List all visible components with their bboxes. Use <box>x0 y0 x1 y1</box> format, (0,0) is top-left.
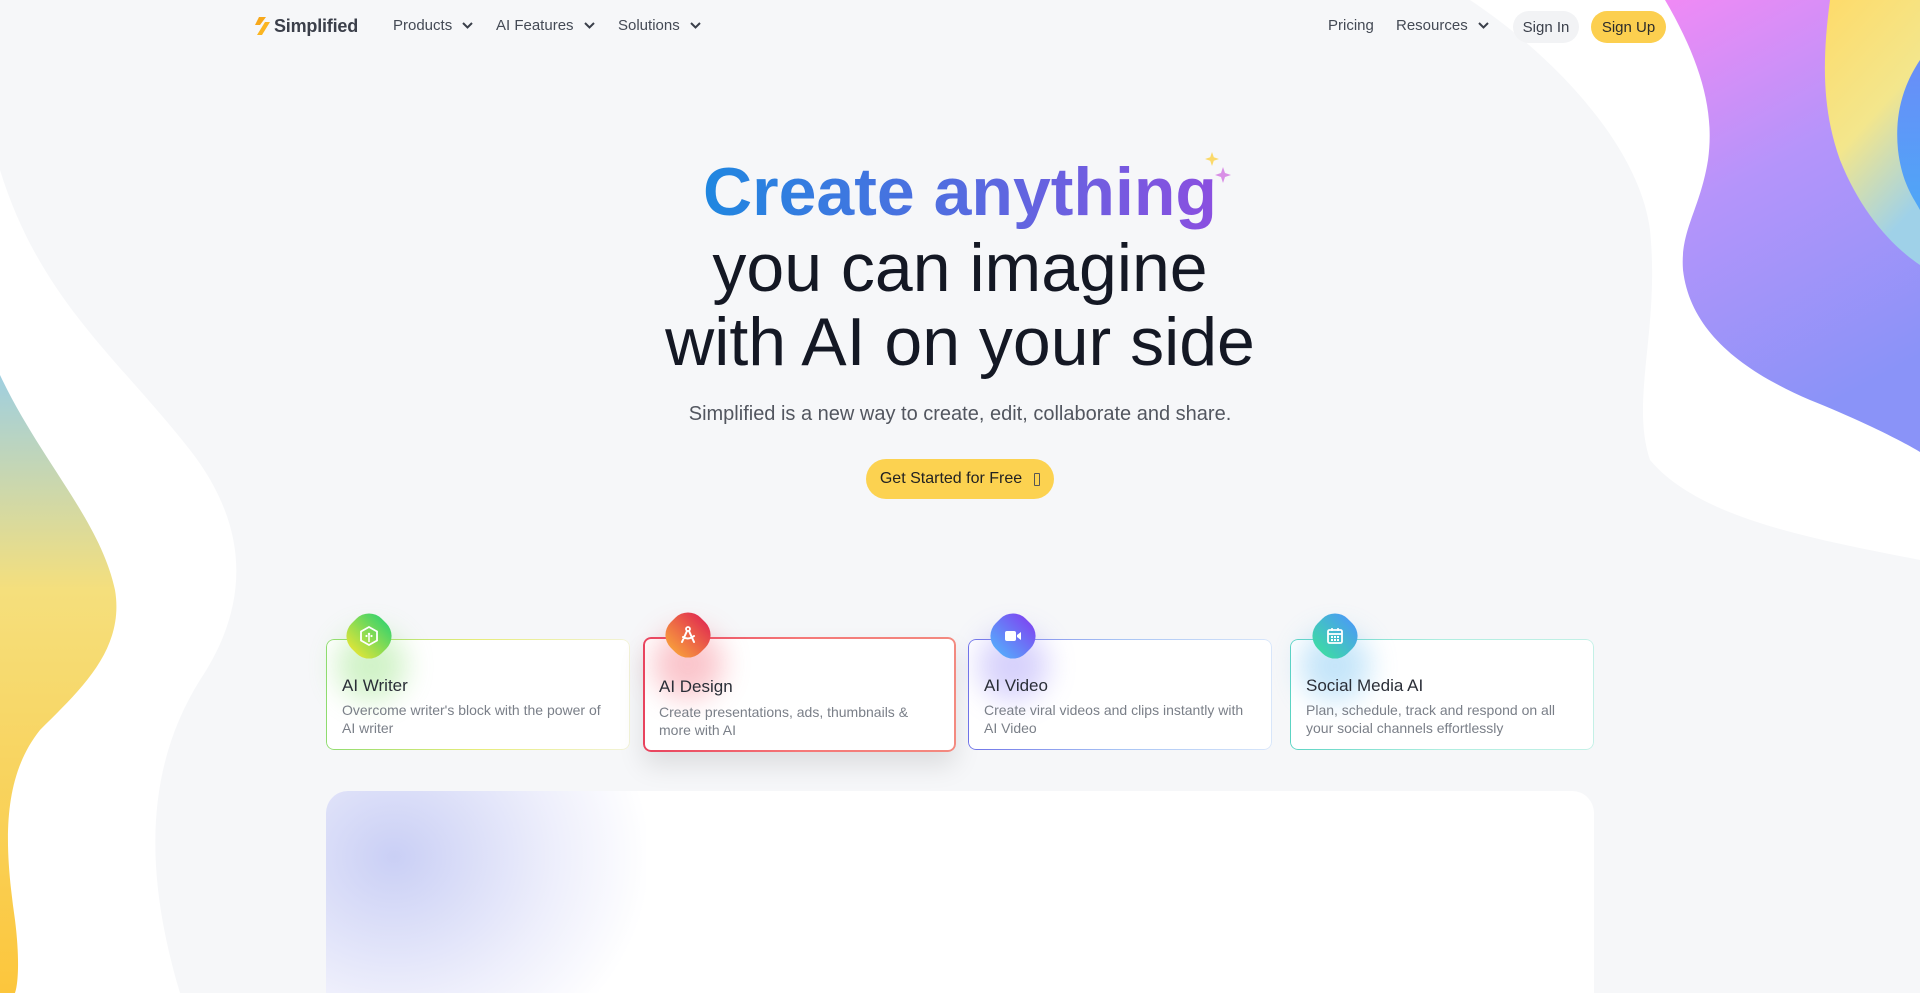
card-title: Social Media AI <box>1306 676 1424 695</box>
brand-name: Simplified <box>274 15 359 36</box>
nav-ai-features[interactable]: AI Features <box>496 17 595 34</box>
card-description: Plan, schedule, track and respond on all… <box>1306 702 1556 736</box>
nav-products[interactable]: Products <box>393 17 473 34</box>
card-title: AI Writer <box>342 676 408 695</box>
sign-up-button[interactable]: Sign Up <box>1591 11 1666 43</box>
simplified-logo-icon <box>255 17 270 35</box>
showcase-panel <box>326 791 1594 993</box>
nav-ai-features-label: AI Features <box>496 17 574 34</box>
feature-card-ai-video[interactable]: AI Video Create viral videos and clips i… <box>968 606 1272 750</box>
nav-pricing[interactable]: Pricing <box>1328 17 1374 34</box>
compass-icon <box>658 605 718 665</box>
nav-resources[interactable]: Resources <box>1396 17 1489 34</box>
hero-subtitle: Simplified is a new way to create, edit,… <box>688 403 1232 425</box>
chevron-down-icon <box>690 22 701 29</box>
hero-headline-line2: you can imagine <box>712 230 1208 306</box>
feature-card-ai-design[interactable]: AI Design Create presentations, ads, thu… <box>643 605 956 752</box>
chevron-down-icon <box>1477 22 1489 29</box>
nav-resources-label: Resources <box>1396 17 1468 34</box>
card-description: Overcome writer's block with the power o… <box>342 702 601 736</box>
arrow-right-icon <box>1034 472 1041 486</box>
hero-headline-highlight: Create anything <box>0 152 1920 232</box>
sparkle-icon <box>1205 152 1231 183</box>
card-description: Create viral videos and clips instantly … <box>984 702 1244 736</box>
card-title: AI Design <box>659 677 733 696</box>
headline-gradient-text: Create anything <box>703 154 1217 230</box>
brand-logo[interactable]: Simplified <box>254 15 358 37</box>
nav-products-label: Products <box>393 17 453 34</box>
top-navigation: Simplified Products AI Features Solution… <box>0 0 1920 54</box>
get-started-button[interactable]: Get Started for Free <box>866 459 1054 499</box>
sign-in-button[interactable]: Sign In <box>1513 11 1579 43</box>
card-description: Create presentations, ads, thumbnails & … <box>659 704 909 738</box>
nav-solutions-label: Solutions <box>618 17 680 34</box>
get-started-label: Get Started for Free <box>879 470 1023 487</box>
nav-pricing-label: Pricing <box>1328 17 1374 34</box>
nav-solutions[interactable]: Solutions <box>618 17 701 34</box>
feature-card-ai-writer[interactable]: AI Writer Overcome writer's block with t… <box>326 606 630 750</box>
feature-card-social-media-ai[interactable]: Social Media AI Plan, schedule, track an… <box>1290 606 1594 750</box>
ai-writer-icon <box>339 606 399 666</box>
yellow-blob-left <box>0 375 117 993</box>
video-camera-icon <box>983 606 1043 666</box>
chevron-down-icon <box>462 22 473 29</box>
panel-glow-decoration <box>326 791 646 993</box>
calendar-icon <box>1305 606 1365 666</box>
card-title: AI Video <box>984 676 1048 695</box>
hero-headline-line3: with AI on your side <box>665 304 1255 380</box>
chevron-down-icon <box>583 22 595 29</box>
